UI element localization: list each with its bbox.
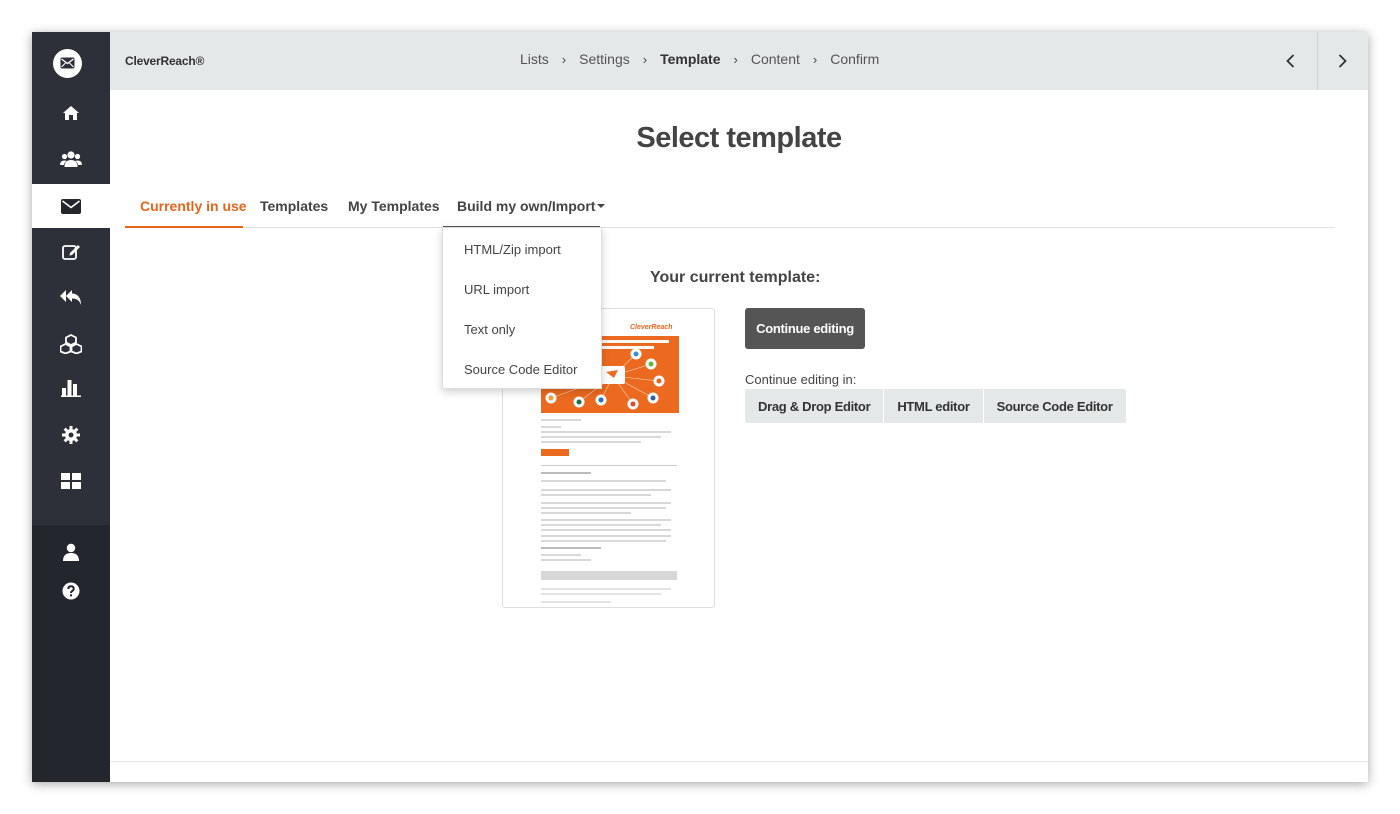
- html-editor-button[interactable]: HTML editor: [884, 389, 984, 423]
- preview-text-line: [541, 547, 601, 549]
- preview-text-line: [541, 431, 671, 433]
- continue-editing-in-label: Continue editing in:: [745, 372, 857, 387]
- preview-text-line: [541, 419, 581, 421]
- mail-logo-icon[interactable]: [53, 49, 82, 78]
- template-tabs: Currently in use Templates My Templates …: [125, 184, 1335, 228]
- grid-icon[interactable]: [32, 459, 110, 503]
- current-template-title: Your current template:: [650, 269, 821, 286]
- tab-my-templates[interactable]: My Templates: [348, 198, 440, 214]
- tab-build-my-own-import[interactable]: Build my own/Import: [457, 198, 606, 214]
- preview-text-line: [541, 535, 671, 537]
- preview-divider: [541, 465, 677, 466]
- page-title: Select template: [636, 122, 842, 154]
- drag-drop-editor-button[interactable]: Drag & Drop Editor: [745, 389, 885, 423]
- edit-icon[interactable]: [32, 229, 110, 273]
- preview-text-line: [541, 512, 631, 514]
- menu-item-text-only[interactable]: Text only: [464, 322, 515, 337]
- preview-text-line: [541, 436, 661, 438]
- envelope-icon[interactable]: [32, 184, 110, 228]
- breadcrumb-content[interactable]: Content: [751, 51, 800, 67]
- chevron-left-icon: [1285, 54, 1294, 68]
- breadcrumb-settings[interactable]: Settings: [579, 51, 630, 67]
- preview-text-line: [541, 559, 591, 561]
- preview-text-line: [541, 519, 671, 521]
- cubes-icon[interactable]: [32, 322, 110, 366]
- previous-step-button[interactable]: [1265, 32, 1315, 90]
- tab-currently-in-use[interactable]: Currently in use: [140, 198, 247, 214]
- breadcrumb-confirm[interactable]: Confirm: [830, 51, 879, 67]
- preview-text-line: [541, 554, 581, 556]
- preview-text-line: [541, 507, 666, 509]
- preview-text-line: [541, 601, 611, 603]
- preview-text-line: [541, 524, 661, 526]
- preview-text-line: [541, 441, 641, 443]
- footer-divider: [110, 761, 1368, 762]
- sidebar: [32, 32, 110, 782]
- brand-name: CleverReach®: [125, 54, 205, 68]
- help-icon[interactable]: [32, 569, 110, 613]
- breadcrumb-separator-icon: ›: [733, 51, 738, 67]
- breadcrumb-separator-icon: ›: [561, 51, 567, 67]
- source-code-editor-button[interactable]: Source Code Editor: [984, 389, 1126, 423]
- active-tab-indicator: [125, 226, 243, 228]
- bar-chart-icon[interactable]: [32, 366, 110, 410]
- preview-text-line: [541, 480, 666, 482]
- next-step-button[interactable]: [1317, 32, 1367, 90]
- breadcrumb-separator-icon: ›: [642, 51, 648, 67]
- tab-templates[interactable]: Templates: [260, 198, 328, 214]
- breadcrumb-separator-icon: ›: [812, 51, 818, 67]
- preview-text-line: [541, 426, 561, 428]
- chevron-right-icon: [1338, 54, 1347, 68]
- preview-text-line: [541, 588, 671, 590]
- breadcrumb-template[interactable]: Template: [660, 51, 720, 67]
- app-window: CleverReach® Lists › Settings › Template…: [32, 32, 1368, 782]
- preview-text-line: [541, 540, 666, 542]
- continue-editing-button[interactable]: Continue editing: [745, 308, 865, 349]
- preview-footer: [541, 571, 677, 580]
- user-icon[interactable]: [32, 530, 110, 574]
- home-icon[interactable]: [32, 91, 110, 135]
- caret-down-icon: [597, 204, 606, 209]
- breadcrumb: Lists › Settings › Template › Content › …: [520, 51, 879, 67]
- tab-build-label: Build my own/Import: [457, 198, 596, 214]
- editor-choice-group: Drag & Drop Editor HTML editor Source Co…: [745, 389, 1126, 423]
- preview-text-line: [541, 502, 671, 504]
- users-icon[interactable]: [32, 137, 110, 181]
- import-dropdown-menu: HTML/Zip import URL import Text only Sou…: [442, 227, 602, 389]
- menu-item-url-import[interactable]: URL import: [464, 282, 529, 297]
- menu-item-html-zip-import[interactable]: HTML/Zip import: [464, 242, 561, 257]
- menu-item-source-code-editor[interactable]: Source Code Editor: [464, 362, 577, 377]
- top-header: CleverReach® Lists › Settings › Template…: [110, 32, 1368, 90]
- preview-text-line: [541, 489, 671, 491]
- preview-logo: CleverReach: [630, 324, 673, 331]
- breadcrumb-lists[interactable]: Lists: [520, 51, 549, 67]
- preview-text-line: [541, 494, 651, 496]
- preview-text-line: [541, 593, 661, 595]
- gear-icon[interactable]: [32, 413, 110, 457]
- preview-text-line: [541, 529, 671, 531]
- preview-text-line: [541, 472, 591, 474]
- reply-all-icon[interactable]: [32, 275, 110, 319]
- preview-button: [541, 449, 569, 456]
